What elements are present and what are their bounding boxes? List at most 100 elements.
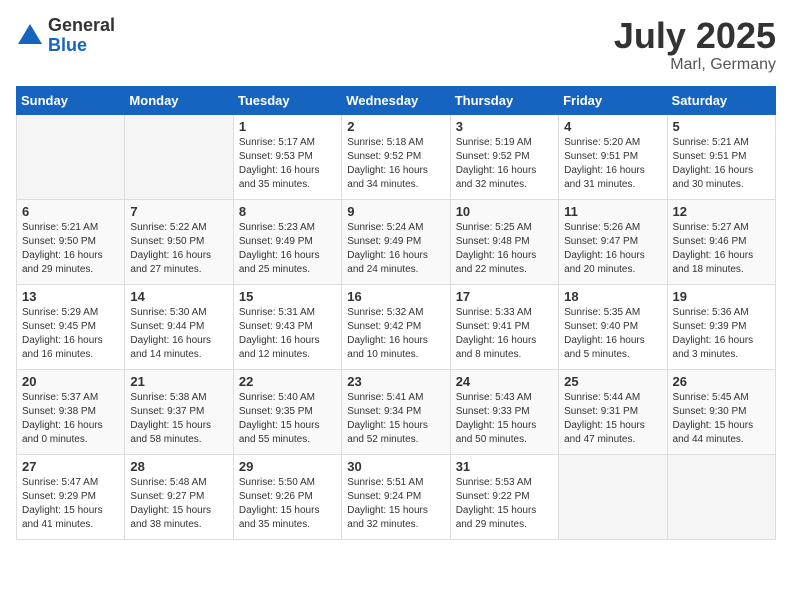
day-info: Sunrise: 5:47 AM Sunset: 9:29 PM Dayligh…	[22, 476, 119, 532]
day-number: 31	[456, 459, 553, 474]
day-number: 22	[239, 374, 336, 389]
day-info: Sunrise: 5:31 AM Sunset: 9:43 PM Dayligh…	[239, 306, 336, 362]
day-number: 29	[239, 459, 336, 474]
day-info: Sunrise: 5:45 AM Sunset: 9:30 PM Dayligh…	[673, 391, 770, 447]
calendar-cell: 9Sunrise: 5:24 AM Sunset: 9:49 PM Daylig…	[342, 199, 450, 284]
location: Marl, Germany	[614, 56, 776, 74]
day-number: 28	[130, 459, 227, 474]
month-year: July 2025	[614, 16, 776, 56]
week-row-3: 13 Sunrise: 5:29 AM Sunset: 9:45 PM Dayli…	[17, 284, 776, 369]
calendar-cell: 4 Sunrise: 5:20 AM Sunset: 9:51 PM Daylig…	[559, 114, 667, 199]
calendar-cell: 7 Sunrise: 5:22 AM Sunset: 9:50 PM Daylig…	[125, 199, 233, 284]
calendar-cell: 26 Sunrise: 5:45 AM Sunset: 9:30 PM Dayli…	[667, 369, 775, 454]
weekday-header-friday: Friday	[559, 86, 667, 114]
day-info: Sunrise: 5:29 AM Sunset: 9:45 PM Dayligh…	[22, 306, 119, 362]
day-info: Sunrise: 5:37 AM Sunset: 9:38 PM Dayligh…	[22, 391, 119, 447]
calendar-cell	[125, 114, 233, 199]
calendar-cell: 5 Sunrise: 5:21 AM Sunset: 9:51 PM Daylig…	[667, 114, 775, 199]
calendar-cell: 27 Sunrise: 5:47 AM Sunset: 9:29 PM Dayli…	[17, 454, 125, 539]
logo-blue: Blue	[48, 36, 115, 56]
calendar-cell: 8 Sunrise: 5:23 AM Sunset: 9:49 PM Daylig…	[233, 199, 341, 284]
calendar-cell: 28 Sunrise: 5:48 AM Sunset: 9:27 PM Dayli…	[125, 454, 233, 539]
weekday-header-row: SundayMondayTuesdayWednesdayThursdayFrid…	[17, 86, 776, 114]
day-number: 19	[673, 289, 770, 304]
calendar-cell: 18Sunrise: 5:35 AM Sunset: 9:40 PM Dayli…	[559, 284, 667, 369]
calendar-cell: 13 Sunrise: 5:29 AM Sunset: 9:45 PM Dayli…	[17, 284, 125, 369]
calendar-cell: 19 Sunrise: 5:36 AM Sunset: 9:39 PM Dayli…	[667, 284, 775, 369]
weekday-header-monday: Monday	[125, 86, 233, 114]
day-number: 12	[673, 204, 770, 219]
calendar-cell: 1 Sunrise: 5:17 AM Sunset: 9:53 PM Daylig…	[233, 114, 341, 199]
day-info: Sunrise: 5:23 AM Sunset: 9:49 PM Dayligh…	[239, 221, 336, 277]
day-info: Sunrise: 5:36 AM Sunset: 9:39 PM Dayligh…	[673, 306, 770, 362]
week-row-2: 6 Sunrise: 5:21 AM Sunset: 9:50 PM Daylig…	[17, 199, 776, 284]
day-number: 26	[673, 374, 770, 389]
day-number: 7	[130, 204, 227, 219]
day-number: 23	[347, 374, 444, 389]
day-info: Sunrise: 5:25 AM Sunset: 9:48 PM Dayligh…	[456, 221, 553, 277]
calendar-cell: 24Sunrise: 5:43 AM Sunset: 9:33 PM Dayli…	[450, 369, 558, 454]
weekday-header-saturday: Saturday	[667, 86, 775, 114]
day-info: Sunrise: 5:24 AM Sunset: 9:49 PM Dayligh…	[347, 221, 444, 277]
day-number: 16	[347, 289, 444, 304]
calendar-cell	[17, 114, 125, 199]
day-info: Sunrise: 5:40 AM Sunset: 9:35 PM Dayligh…	[239, 391, 336, 447]
day-info: Sunrise: 5:32 AM Sunset: 9:42 PM Dayligh…	[347, 306, 444, 362]
calendar-cell: 29 Sunrise: 5:50 AM Sunset: 9:26 PM Dayli…	[233, 454, 341, 539]
day-info: Sunrise: 5:51 AM Sunset: 9:24 PM Dayligh…	[347, 476, 444, 532]
day-number: 13	[22, 289, 119, 304]
weekday-header-thursday: Thursday	[450, 86, 558, 114]
calendar-cell	[667, 454, 775, 539]
calendar-cell: 2Sunrise: 5:18 AM Sunset: 9:52 PM Daylig…	[342, 114, 450, 199]
day-number: 30	[347, 459, 444, 474]
calendar-cell: 21Sunrise: 5:38 AM Sunset: 9:37 PM Dayli…	[125, 369, 233, 454]
calendar-cell: 16 Sunrise: 5:32 AM Sunset: 9:42 PM Dayli…	[342, 284, 450, 369]
day-number: 27	[22, 459, 119, 474]
day-info: Sunrise: 5:21 AM Sunset: 9:51 PM Dayligh…	[673, 136, 770, 192]
day-info: Sunrise: 5:50 AM Sunset: 9:26 PM Dayligh…	[239, 476, 336, 532]
day-info: Sunrise: 5:21 AM Sunset: 9:50 PM Dayligh…	[22, 221, 119, 277]
calendar-cell: 25Sunrise: 5:44 AM Sunset: 9:31 PM Dayli…	[559, 369, 667, 454]
calendar-cell: 31 Sunrise: 5:53 AM Sunset: 9:22 PM Dayli…	[450, 454, 558, 539]
day-number: 5	[673, 119, 770, 134]
calendar-cell: 12 Sunrise: 5:27 AM Sunset: 9:46 PM Dayli…	[667, 199, 775, 284]
calendar-cell	[559, 454, 667, 539]
day-number: 14	[130, 289, 227, 304]
day-number: 17	[456, 289, 553, 304]
calendar: SundayMondayTuesdayWednesdayThursdayFrid…	[16, 86, 776, 540]
calendar-cell: 17Sunrise: 5:33 AM Sunset: 9:41 PM Dayli…	[450, 284, 558, 369]
week-row-1: 1 Sunrise: 5:17 AM Sunset: 9:53 PM Daylig…	[17, 114, 776, 199]
weekday-header-wednesday: Wednesday	[342, 86, 450, 114]
day-number: 20	[22, 374, 119, 389]
day-info: Sunrise: 5:48 AM Sunset: 9:27 PM Dayligh…	[130, 476, 227, 532]
day-number: 15	[239, 289, 336, 304]
day-number: 10	[456, 204, 553, 219]
day-info: Sunrise: 5:17 AM Sunset: 9:53 PM Dayligh…	[239, 136, 336, 192]
day-number: 4	[564, 119, 661, 134]
day-info: Sunrise: 5:26 AM Sunset: 9:47 PM Dayligh…	[564, 221, 661, 277]
calendar-cell: 10 Sunrise: 5:25 AM Sunset: 9:48 PM Dayli…	[450, 199, 558, 284]
day-info: Sunrise: 5:44 AM Sunset: 9:31 PM Dayligh…	[564, 391, 661, 447]
day-number: 1	[239, 119, 336, 134]
day-info: Sunrise: 5:30 AM Sunset: 9:44 PM Dayligh…	[130, 306, 227, 362]
calendar-cell: 6 Sunrise: 5:21 AM Sunset: 9:50 PM Daylig…	[17, 199, 125, 284]
day-number: 8	[239, 204, 336, 219]
day-info: Sunrise: 5:18 AM Sunset: 9:52 PM Dayligh…	[347, 136, 444, 192]
calendar-cell: 20 Sunrise: 5:37 AM Sunset: 9:38 PM Dayli…	[17, 369, 125, 454]
day-number: 3	[456, 119, 553, 134]
day-number: 6	[22, 204, 119, 219]
day-info: Sunrise: 5:41 AM Sunset: 9:34 PM Dayligh…	[347, 391, 444, 447]
calendar-cell: 30 Sunrise: 5:51 AM Sunset: 9:24 PM Dayli…	[342, 454, 450, 539]
week-row-4: 20 Sunrise: 5:37 AM Sunset: 9:38 PM Dayli…	[17, 369, 776, 454]
day-info: Sunrise: 5:53 AM Sunset: 9:22 PM Dayligh…	[456, 476, 553, 532]
day-number: 11	[564, 204, 661, 219]
calendar-cell: 15 Sunrise: 5:31 AM Sunset: 9:43 PM Dayli…	[233, 284, 341, 369]
day-info: Sunrise: 5:20 AM Sunset: 9:51 PM Dayligh…	[564, 136, 661, 192]
calendar-cell: 11 Sunrise: 5:26 AM Sunset: 9:47 PM Dayli…	[559, 199, 667, 284]
day-number: 18	[564, 289, 661, 304]
day-info: Sunrise: 5:27 AM Sunset: 9:46 PM Dayligh…	[673, 221, 770, 277]
day-info: Sunrise: 5:22 AM Sunset: 9:50 PM Dayligh…	[130, 221, 227, 277]
calendar-cell: 23 Sunrise: 5:41 AM Sunset: 9:34 PM Dayli…	[342, 369, 450, 454]
day-number: 24	[456, 374, 553, 389]
page-header: General Blue July 2025 Marl, Germany	[16, 16, 776, 74]
